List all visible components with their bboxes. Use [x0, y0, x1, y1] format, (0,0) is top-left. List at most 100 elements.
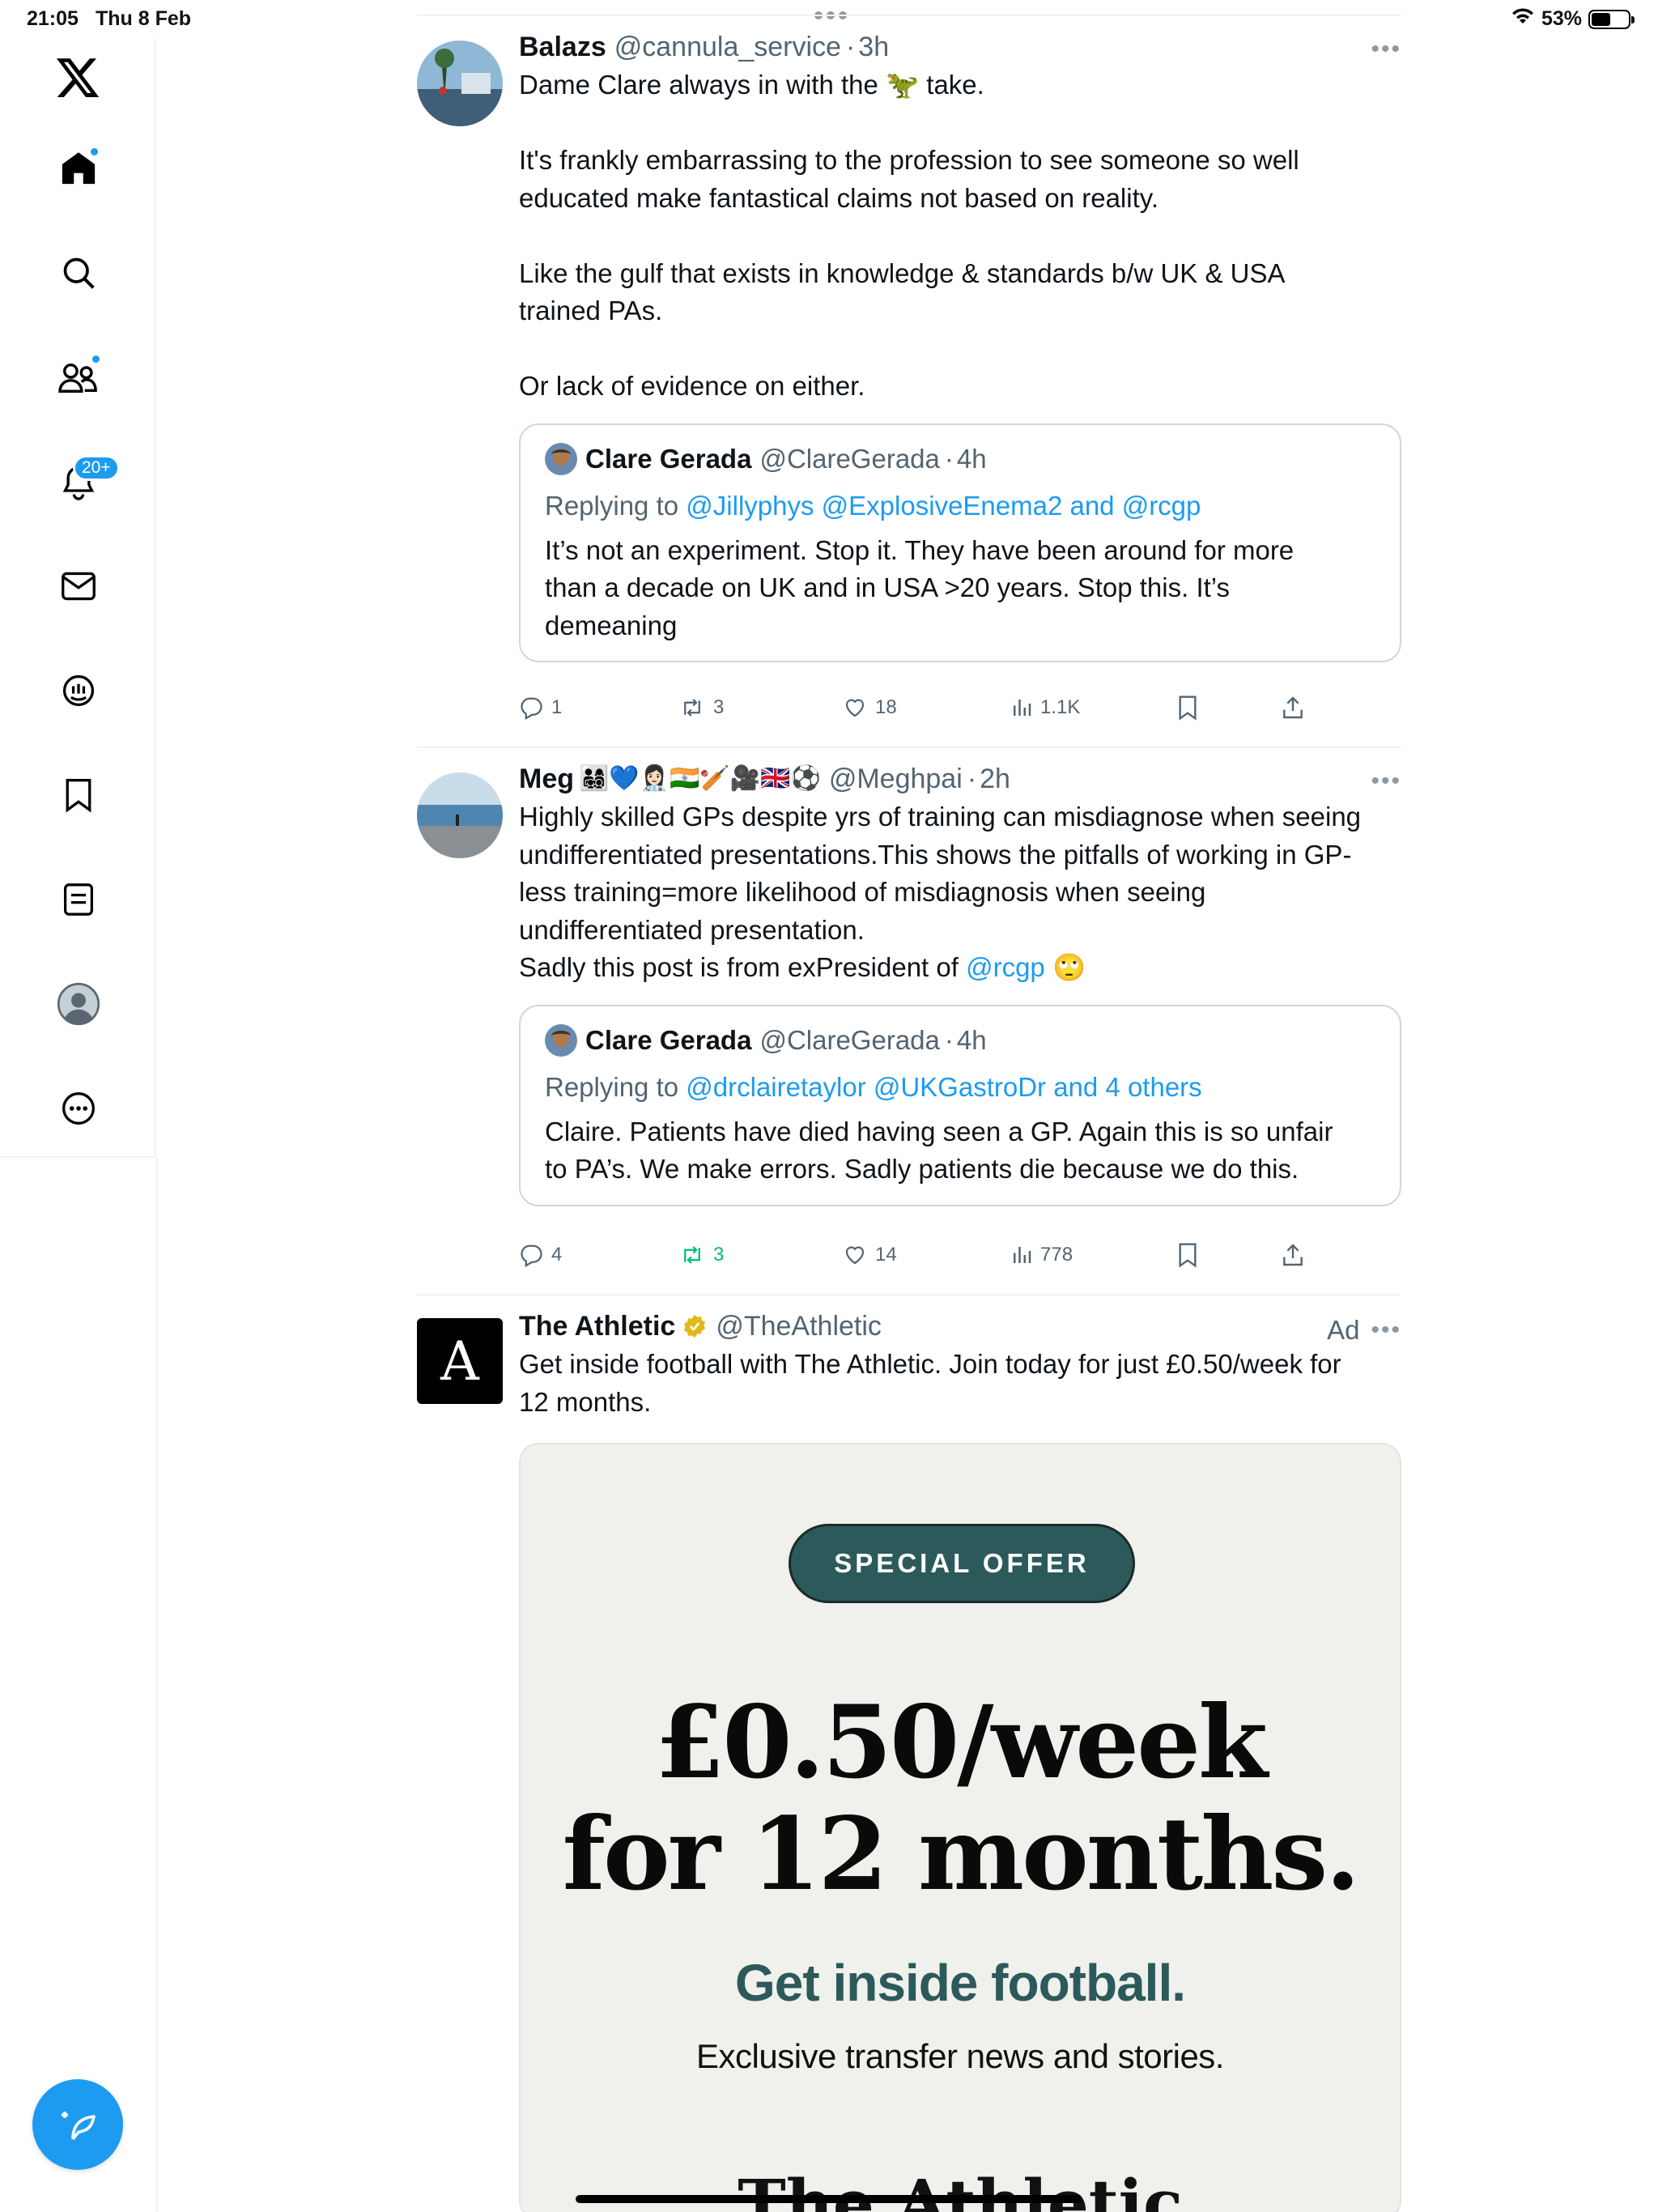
avatar[interactable]	[417, 40, 503, 126]
author-name[interactable]: Meg	[519, 763, 574, 795]
more-options-icon[interactable]	[53, 1083, 104, 1134]
more-icon[interactable]: •••	[1371, 36, 1401, 63]
tweet-time[interactable]: 3h	[858, 31, 889, 63]
search-icon[interactable]	[53, 248, 104, 298]
author-handle[interactable]: @TheAthletic	[716, 1310, 882, 1342]
tweet-text-part: Highly skilled GPs despite yrs of traini…	[519, 802, 1362, 982]
reply-icon	[521, 697, 542, 720]
quote-author-name: Clare Gerada	[585, 443, 752, 474]
lists-icon[interactable]	[53, 874, 104, 925]
repost-icon	[684, 699, 700, 717]
mention-link[interactable]: @rcgp	[966, 952, 1045, 982]
tweet-text: Get inside football with The Athletic. J…	[519, 1349, 1341, 1417]
compose-button[interactable]	[32, 2079, 123, 2170]
reply-count: 4	[551, 1244, 563, 1266]
like-button[interactable]: 14	[843, 1239, 897, 1271]
replying-to: Replying to @drclairetaylor @UKGastroDr …	[545, 1071, 1375, 1104]
quote-text: Claire. Patients have died having seen a…	[545, 1116, 1333, 1185]
quote-time: 4h	[956, 443, 987, 474]
quote-avatar	[545, 442, 577, 475]
grok-icon[interactable]	[53, 666, 104, 716]
author-name[interactable]: Balazs	[519, 31, 606, 63]
tweet-divider	[417, 1294, 1401, 1295]
repost-button[interactable]: 3	[679, 1239, 724, 1271]
bookmark-button[interactable]	[1176, 691, 1199, 724]
notifications-icon[interactable]: 20+	[53, 455, 120, 507]
like-button[interactable]: 18	[843, 691, 897, 724]
dinosaur-emoji-icon: 🦖	[886, 70, 920, 100]
more-icon[interactable]: •••	[1371, 1317, 1401, 1344]
replying-to-handles[interactable]: @drclairetaylor @UKGastroDr and 4 others	[686, 1072, 1201, 1102]
dot-separator: ·	[967, 764, 977, 794]
home-unread-dot	[89, 147, 100, 157]
author-handle[interactable]: @cannula_service	[614, 31, 841, 63]
view-count: 778	[1040, 1244, 1073, 1266]
promo-headline-line2: for 12 months.	[562, 1796, 1361, 1913]
dot-separator: ·	[944, 443, 954, 474]
tweet-text: Highly skilled GPs despite yrs of traini…	[519, 798, 1401, 987]
feed-top-divider	[417, 15, 1401, 16]
author-name[interactable]: The Athletic	[519, 1310, 675, 1342]
status-right: 53%	[1511, 6, 1635, 32]
heart-icon	[845, 699, 865, 717]
share-icon	[1283, 1244, 1303, 1266]
repost-button[interactable]: 3	[679, 691, 724, 724]
sidebar-nav: 20+	[0, 39, 156, 1158]
promo-tagline: Get inside football.	[734, 1954, 1186, 2012]
communities-icon[interactable]	[53, 352, 104, 402]
tweet-actions: 4 3 14 778	[519, 1239, 1401, 1271]
reply-button[interactable]: 1	[519, 691, 562, 724]
dot-separator: ·	[944, 1024, 954, 1055]
more-icon[interactable]: •••	[1371, 768, 1401, 795]
share-icon	[1283, 696, 1303, 719]
special-offer-pill: SPECIAL OFFER	[789, 1524, 1135, 1603]
athletic-logo-avatar[interactable]: A	[417, 1318, 503, 1404]
battery-percent: 53%	[1541, 7, 1582, 30]
author-handle[interactable]: @Meghpai	[829, 763, 963, 795]
quote-author-handle: @ClareGerada	[759, 1024, 940, 1055]
views-button[interactable]: 778	[1011, 1239, 1073, 1271]
wifi-icon	[1511, 6, 1535, 32]
share-button[interactable]	[1280, 691, 1306, 724]
like-count: 14	[875, 1244, 897, 1266]
bookmark-icon	[1179, 1243, 1197, 1268]
bookmarks-icon[interactable]	[53, 770, 104, 820]
bookmark-icon	[1179, 696, 1197, 721]
promo-headline: £0.50/week for 12 months.	[521, 1687, 1400, 1911]
status-date: Thu 8 Feb	[96, 7, 192, 30]
battery-icon	[1588, 9, 1635, 29]
messages-icon[interactable]	[53, 561, 104, 611]
repost-count: 3	[713, 1244, 725, 1266]
home-indicator[interactable]	[576, 2195, 1082, 2203]
tweet-time[interactable]: 2h	[980, 763, 1010, 795]
views-button[interactable]: 1.1K	[1011, 691, 1080, 724]
home-icon[interactable]	[53, 143, 104, 194]
tweet-divider	[417, 747, 1401, 748]
replying-to-handles[interactable]: @Jillyphys @ExplosiveEnema2 and @rcgp	[686, 491, 1201, 521]
quote-avatar	[545, 1023, 577, 1057]
reply-button[interactable]: 4	[519, 1239, 562, 1271]
view-count: 1.1K	[1040, 696, 1081, 718]
profile-avatar-icon[interactable]	[53, 979, 104, 1029]
ad-promo-card[interactable]: SPECIAL OFFER £0.50/week for 12 months. …	[519, 1443, 1401, 2212]
like-count: 18	[875, 696, 897, 718]
reply-count: 1	[551, 696, 563, 718]
compose-feather-icon	[62, 2112, 96, 2141]
quote-author-handle: @ClareGerada	[759, 443, 940, 474]
tweet-actions: 1 3 18 1.1K	[519, 691, 1401, 724]
reply-icon	[521, 1244, 542, 1267]
quote-text: It’s not an experiment. Stop it. They ha…	[545, 534, 1295, 640]
x-logo-icon[interactable]	[53, 53, 104, 104]
promo-logo-text: The Athletic	[738, 2165, 1183, 2212]
share-button[interactable]	[1280, 1239, 1306, 1271]
tweet-text-part: Dame Clare always in with the	[519, 70, 886, 100]
communities-unread-dot	[91, 354, 101, 364]
quoted-tweet[interactable]: Clare Gerada @ClareGerada · 4h Replying …	[519, 423, 1401, 662]
athletic-logo-icon: A	[440, 1329, 479, 1393]
quoted-tweet[interactable]: Clare Gerada @ClareGerada · 4h Replying …	[519, 1004, 1401, 1206]
avatar[interactable]	[417, 772, 503, 858]
status-time: 21:05	[27, 7, 79, 30]
quote-time: 4h	[956, 1024, 987, 1055]
bookmark-button[interactable]	[1176, 1239, 1199, 1271]
repost-count: 3	[713, 696, 725, 718]
